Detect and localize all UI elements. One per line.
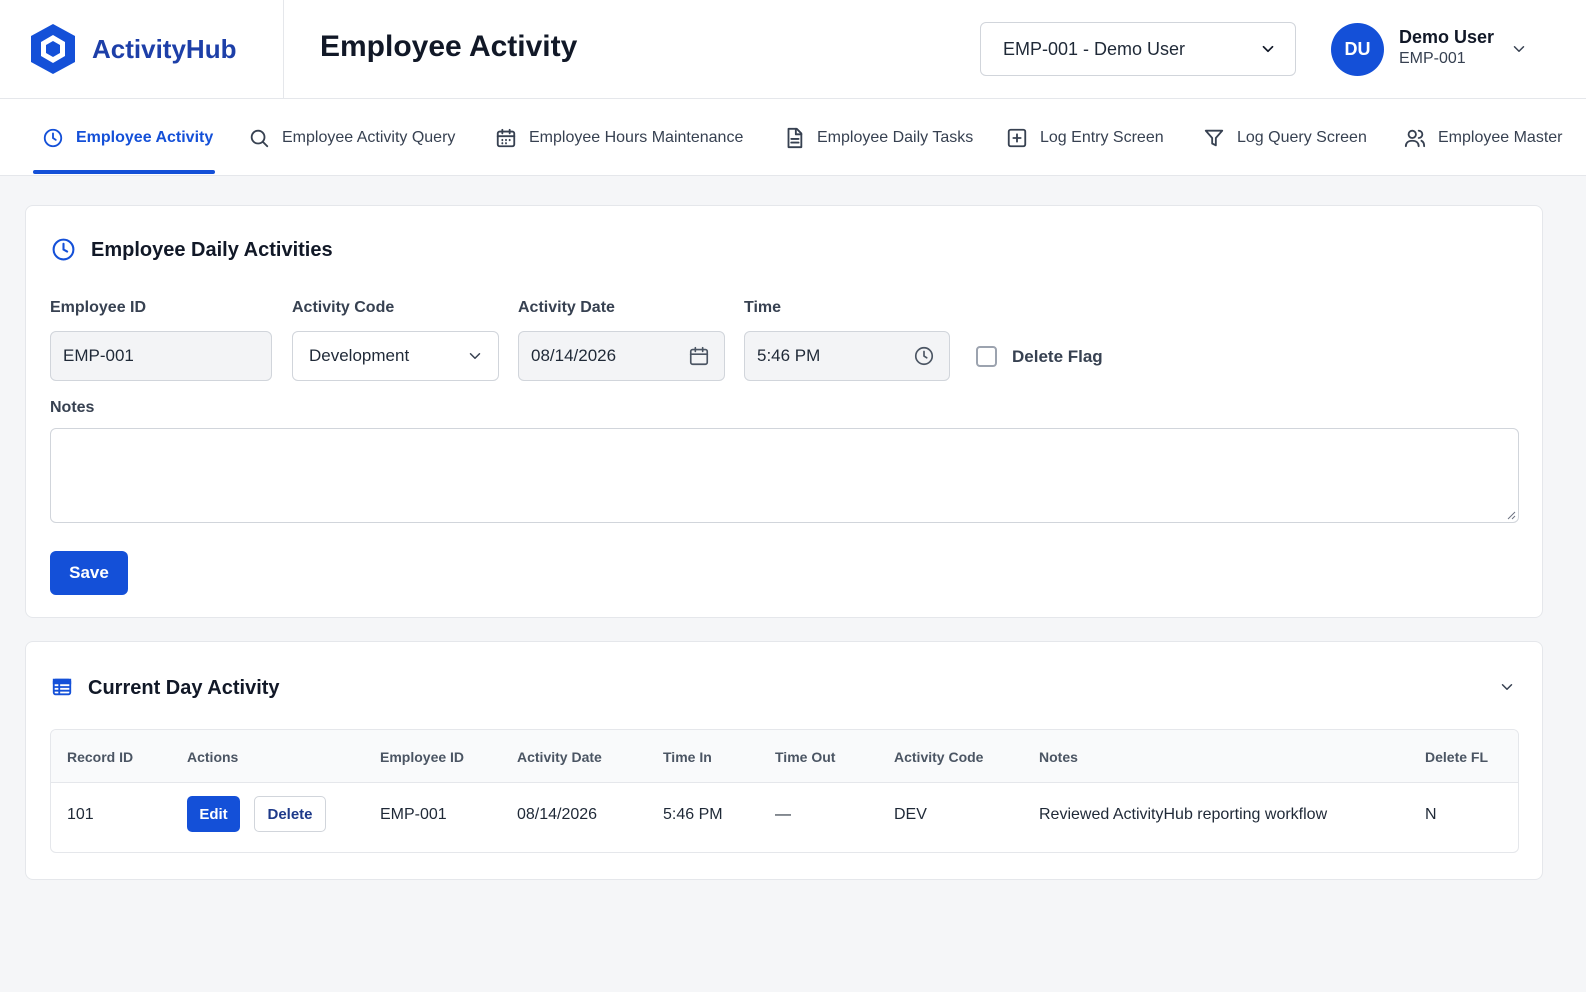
employee-id-value: EMP-001 — [63, 346, 134, 365]
user-id: EMP-001 — [1399, 50, 1466, 67]
employee-id-field: EMP-001 — [50, 331, 272, 381]
save-button[interactable]: Save — [50, 551, 128, 595]
activity-date-value: 08/14/2026 — [531, 346, 617, 365]
tab-label: Employee Master — [1438, 128, 1563, 146]
tab-employee-daily-tasks[interactable]: Employee Daily Tasks — [783, 99, 973, 176]
header-divider — [283, 0, 284, 98]
collapse-chevron-icon[interactable] — [1498, 678, 1516, 696]
tab-employee-activity[interactable]: Employee Activity — [42, 99, 213, 176]
cell-time-out: — — [775, 806, 791, 823]
column-header-delete-fl: Delete FL — [1425, 749, 1489, 765]
edit-button[interactable]: Edit — [187, 796, 240, 832]
cell-delete-fl: N — [1425, 806, 1437, 823]
calendar-icon[interactable] — [688, 345, 710, 367]
brand[interactable]: ActivityHub — [28, 22, 236, 76]
delete-flag-checkbox[interactable] — [976, 346, 997, 367]
column-header-time-out: Time Out — [775, 749, 836, 765]
tab-employee-activity-query[interactable]: Employee Activity Query — [248, 99, 455, 176]
tab-label: Log Entry Screen — [1040, 128, 1164, 146]
tab-employee-master[interactable]: Employee Master — [1404, 99, 1563, 176]
tab-label: Employee Daily Tasks — [817, 128, 974, 146]
column-header-time-in: Time In — [663, 749, 712, 765]
tab-log-entry-screen[interactable]: Log Entry Screen — [1006, 99, 1164, 176]
time-value: 5:46 PM — [757, 346, 821, 365]
cell-employee-id: EMP-001 — [380, 806, 447, 823]
tab-label: Employee Activity Query — [282, 128, 456, 146]
delete-button[interactable]: Delete — [254, 796, 326, 832]
app-header: ActivityHub Employee Activity EMP-001 - … — [0, 0, 1586, 99]
activity-date-label: Activity Date — [518, 299, 615, 316]
column-header-activity-date: Activity Date — [517, 749, 602, 765]
cell-activity-code: DEV — [894, 806, 927, 823]
table-header: Record ID Actions Employee ID Activity D… — [51, 730, 1518, 783]
column-header-notes: Notes — [1039, 749, 1078, 765]
chevron-down-icon — [1262, 45, 1274, 53]
user-name: Demo User — [1399, 27, 1495, 47]
tab-label: Log Query Screen — [1237, 128, 1367, 146]
filter-icon — [1204, 129, 1224, 146]
form-title: Employee Daily Activities — [91, 239, 333, 261]
clock-icon — [43, 128, 63, 147]
avatar[interactable]: DU — [1331, 23, 1384, 76]
cell-notes: Reviewed ActivityHub reporting workflow — [1039, 806, 1328, 823]
hexagon-logo-icon — [31, 24, 75, 74]
employee-selector-value: EMP-001 - Demo User — [1003, 38, 1186, 59]
table-section-title: Current Day Activity — [88, 677, 280, 699]
tab-employee-hours-maintenance[interactable]: Employee Hours Maintenance — [495, 99, 743, 176]
brand-name: ActivityHub — [92, 33, 237, 64]
clock-icon — [52, 238, 75, 261]
tab-label: Employee Activity — [76, 128, 214, 146]
column-header-actions: Actions — [187, 749, 239, 765]
clock-icon[interactable] — [913, 345, 935, 367]
column-header-record-id: Record ID — [67, 749, 134, 765]
cell-record-id: 101 — [67, 806, 94, 823]
cell-time-in: 5:46 PM — [663, 806, 723, 823]
page-title: Employee Activity — [320, 30, 578, 63]
time-field[interactable]: 5:46 PM — [744, 331, 950, 381]
users-icon — [1404, 129, 1426, 147]
activity-date-field[interactable]: 08/14/2026 — [518, 331, 725, 381]
tab-bar: Employee Activity Employee Activity Quer… — [0, 99, 1586, 176]
search-icon — [250, 129, 269, 147]
chevron-down-icon — [469, 353, 481, 359]
tab-label: Employee Hours Maintenance — [529, 128, 744, 146]
calendar-icon — [496, 128, 516, 147]
table-icon — [52, 678, 72, 696]
employee-id-label: Employee ID — [50, 299, 147, 316]
activity-code-label: Activity Code — [292, 299, 395, 316]
notes-textarea[interactable] — [50, 428, 1519, 523]
employee-selector[interactable]: EMP-001 - Demo User — [980, 22, 1296, 76]
delete-flag-label[interactable]: Delete Flag — [1012, 347, 1103, 367]
column-header-activity-code: Activity Code — [894, 749, 984, 765]
column-header-employee-id: Employee ID — [380, 749, 465, 765]
activity-code-value: Development — [309, 346, 410, 365]
cell-activity-date: 08/14/2026 — [517, 806, 598, 823]
resize-handle-icon[interactable] — [1506, 510, 1516, 520]
document-icon — [787, 127, 803, 148]
tab-log-query-screen[interactable]: Log Query Screen — [1203, 99, 1367, 176]
employee-daily-activities-card: Employee Daily Activities Employee ID EM… — [25, 205, 1543, 618]
user-menu-chevron-icon[interactable] — [1510, 40, 1528, 58]
active-tab-indicator — [33, 170, 215, 174]
current-day-table: Record ID Actions Employee ID Activity D… — [50, 729, 1519, 853]
notes-label: Notes — [50, 399, 95, 416]
activity-code-select[interactable]: Development — [292, 331, 499, 381]
time-label: Time — [744, 299, 782, 316]
plus-square-icon — [1007, 128, 1027, 147]
current-day-activity-card: Current Day Activity Record ID Actions E… — [25, 641, 1543, 880]
